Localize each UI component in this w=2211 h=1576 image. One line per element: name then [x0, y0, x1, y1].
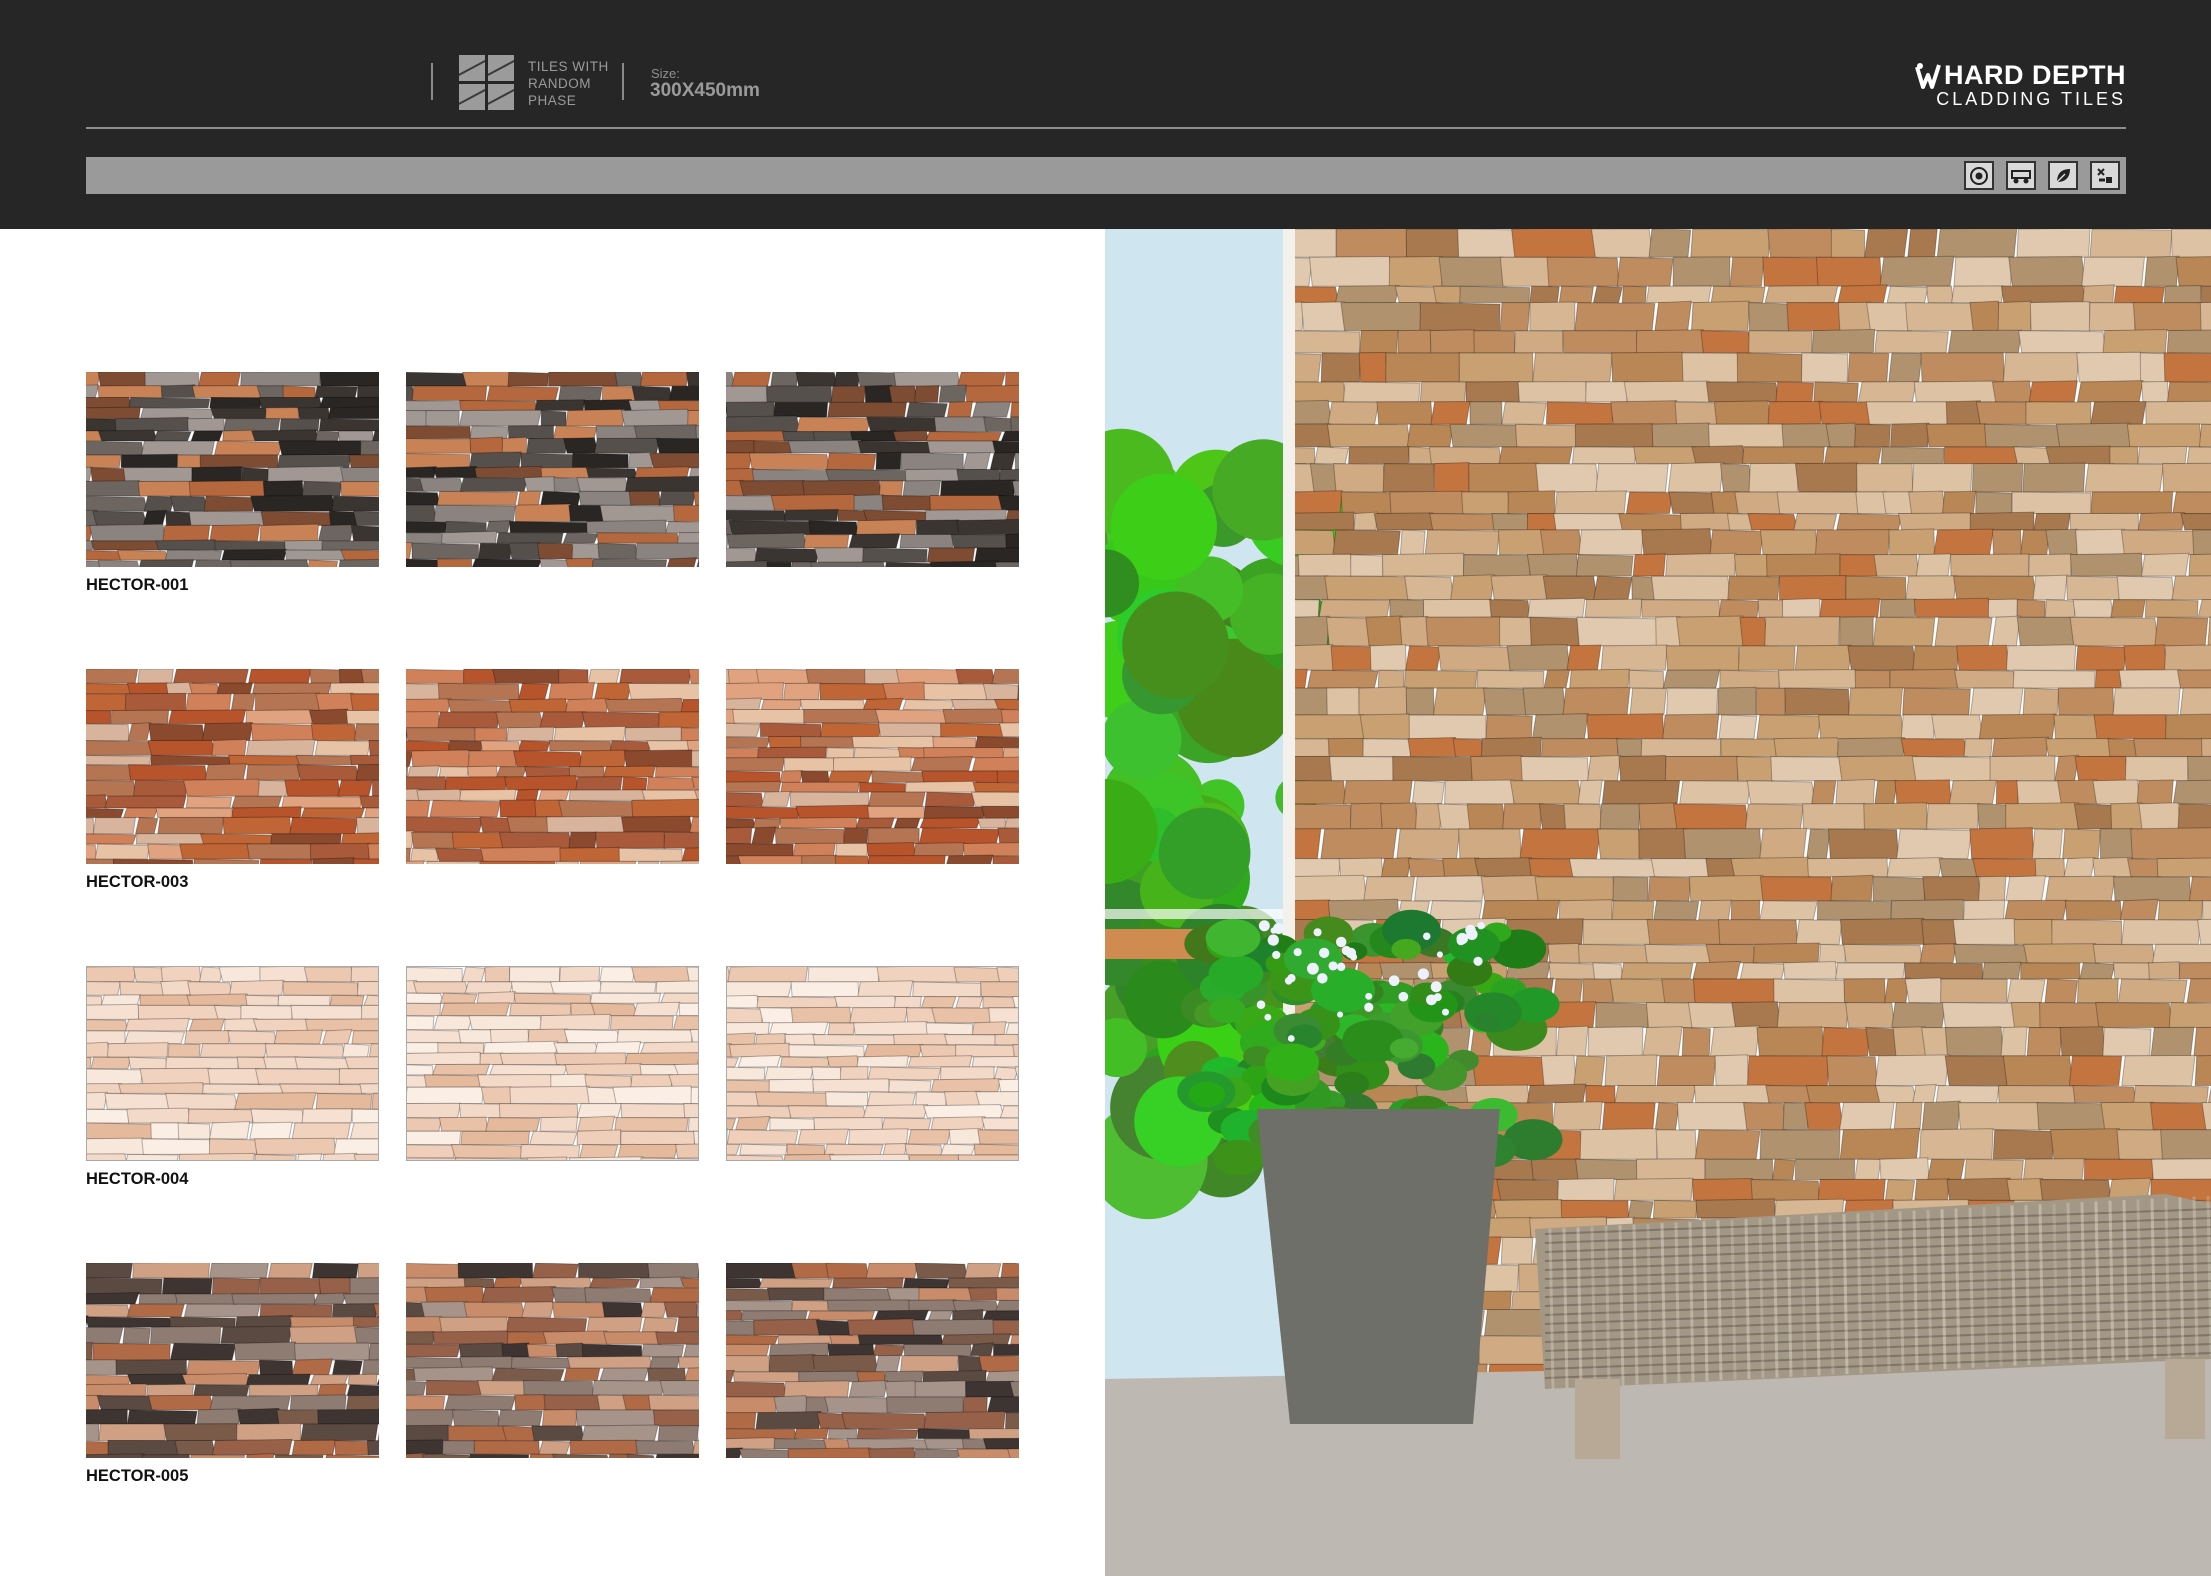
tile-sample	[406, 966, 699, 1161]
brand-subtitle: CLADDING TILES	[1936, 89, 2126, 109]
phase-text: TILES WITH RANDOM PHASE	[528, 58, 618, 109]
room-scene	[1105, 229, 2211, 1576]
tile-sample	[86, 372, 379, 567]
heavy-traffic-icon	[2006, 161, 2036, 190]
tile-sample	[726, 1263, 1019, 1458]
tile-sample	[86, 669, 379, 864]
phase-text-line: TILES WITH	[528, 59, 609, 74]
room-scene-photo	[1105, 229, 2211, 1576]
catalog-header: TILES WITH RANDOM PHASE Size: 300X450mm …	[0, 0, 2211, 229]
tile-sample	[406, 1263, 699, 1458]
phase-text-line: RANDOM	[528, 76, 591, 91]
brand-name: HARD DEPTH	[1943, 60, 2126, 90]
tile-sample	[726, 966, 1019, 1161]
floor	[1105, 1359, 2211, 1576]
product-code: HECTOR-001	[86, 576, 189, 594]
tile-sample	[726, 669, 1019, 864]
tiles-random-phase-icon	[459, 55, 514, 110]
tile-sample	[86, 966, 379, 1161]
installation-tools-icon	[2090, 161, 2120, 190]
header-separator	[622, 63, 624, 100]
planter	[1257, 1109, 1500, 1424]
tile-sample	[726, 372, 1019, 567]
phase-text-line: PHASE	[528, 93, 577, 108]
product-code: HECTOR-005	[86, 1467, 189, 1485]
feature-bar	[86, 157, 2126, 194]
tile-sample	[406, 372, 699, 567]
glossy-finish-icon	[1964, 161, 1994, 190]
brand-logo: HARD DEPTH CLADDING TILES	[1914, 60, 2126, 110]
product-code: HECTOR-003	[86, 873, 189, 891]
size-label: Size:	[651, 66, 680, 81]
brand-mark-icon	[1915, 62, 1941, 89]
header-separator	[431, 63, 433, 100]
railing	[1105, 909, 1295, 919]
tile-sample	[406, 669, 699, 864]
product-code: HECTOR-004	[86, 1170, 189, 1188]
header-divider	[86, 127, 2126, 129]
tile-sample	[86, 1263, 379, 1458]
eco-friendly-icon	[2048, 161, 2078, 190]
size-value: 300X450mm	[650, 80, 760, 101]
